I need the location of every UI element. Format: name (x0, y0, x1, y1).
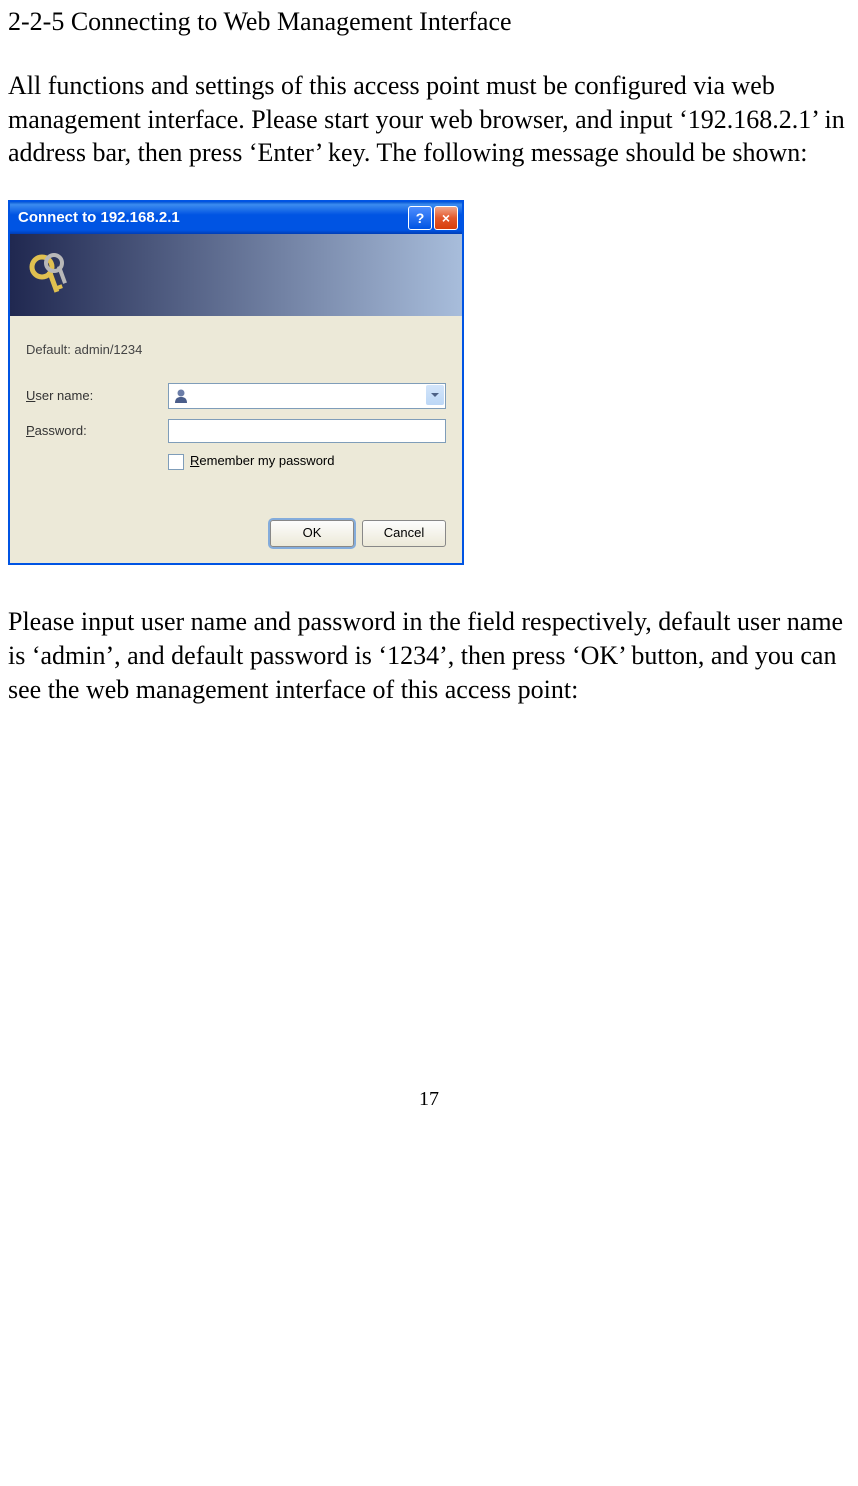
keys-icon (24, 249, 76, 301)
section-heading: 2-2-5 Connecting to Web Management Inter… (8, 5, 850, 39)
server-realm-label: Default: admin/1234 (26, 342, 446, 359)
intro-paragraph: All functions and settings of this acces… (8, 69, 850, 170)
password-label: Password: (26, 423, 168, 440)
instruction-paragraph: Please input user name and password in t… (8, 605, 850, 706)
ok-button[interactable]: OK (270, 520, 354, 547)
username-input[interactable] (168, 383, 446, 409)
remember-row: Remember my password (168, 453, 446, 470)
title-bar-buttons: ? × (408, 206, 458, 230)
dialog-body: Default: admin/1234 User name: Password: (10, 316, 462, 563)
password-row: Password: (26, 419, 446, 443)
cancel-button[interactable]: Cancel (362, 520, 446, 547)
username-label: User name: (26, 388, 168, 405)
password-input[interactable] (168, 419, 446, 443)
help-button[interactable]: ? (408, 206, 432, 230)
auth-dialog: Connect to 192.168.2.1 ? × Default: admi… (8, 200, 464, 565)
dialog-buttons: OK Cancel (26, 520, 446, 547)
username-row: User name: (26, 383, 446, 409)
dropdown-button[interactable] (426, 385, 444, 405)
page-number: 17 (8, 1086, 850, 1112)
remember-label: Remember my password (190, 453, 335, 470)
dialog-title-bar: Connect to 192.168.2.1 ? × (10, 202, 462, 234)
remember-checkbox[interactable] (168, 454, 184, 470)
user-icon (173, 388, 189, 404)
close-button[interactable]: × (434, 206, 458, 230)
dialog-banner (10, 234, 462, 316)
dialog-title: Connect to 192.168.2.1 (18, 208, 408, 228)
